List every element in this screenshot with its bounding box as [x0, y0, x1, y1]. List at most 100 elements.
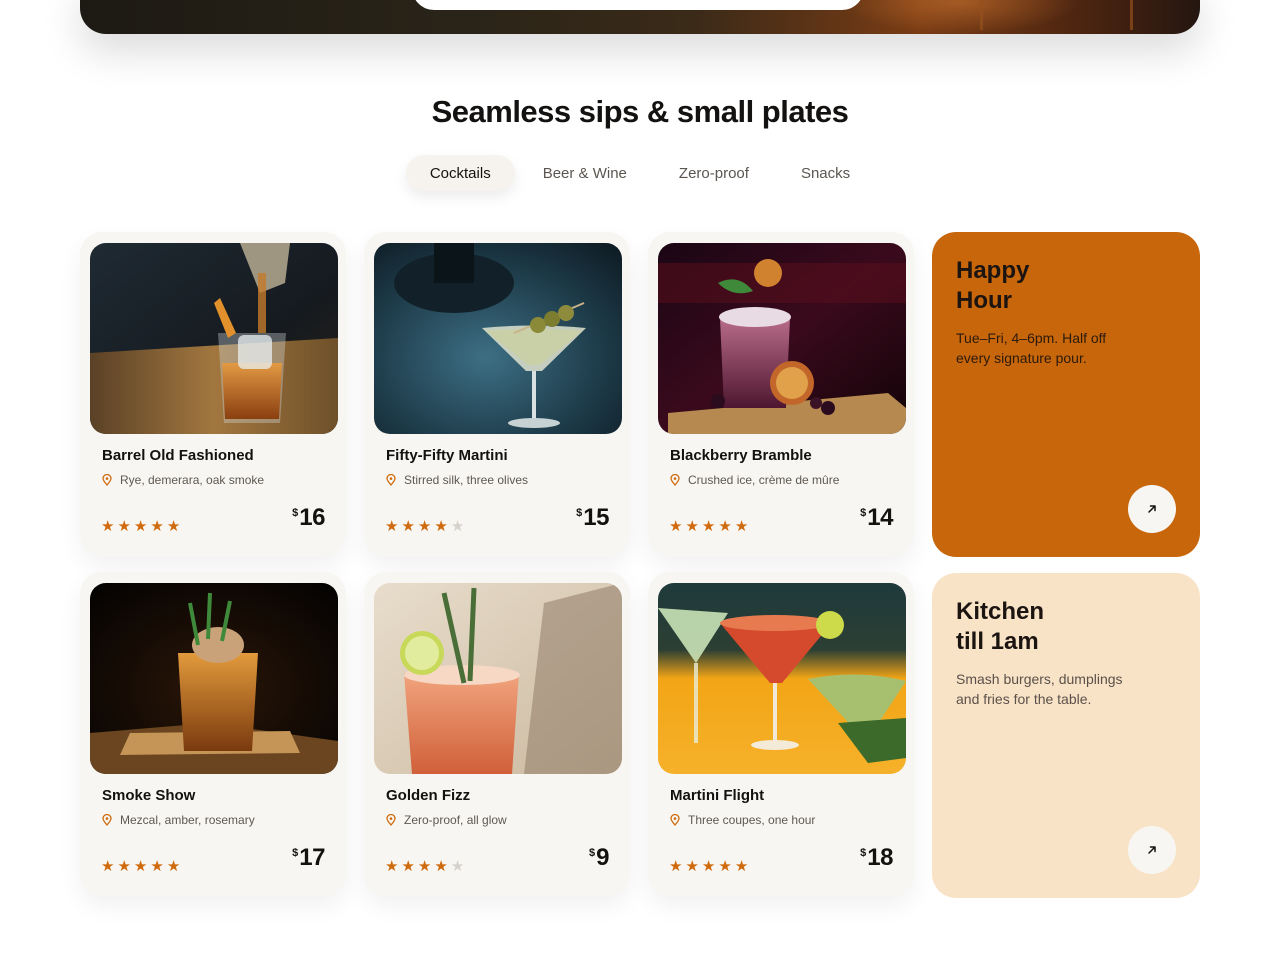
drink-photo — [374, 243, 622, 434]
hero-search-bar[interactable] — [412, 0, 864, 10]
star-icon: ★ — [133, 858, 148, 875]
drink-card[interactable]: Blackberry Bramble Crushed ice, crème de… — [648, 232, 914, 556]
drink-name: Barrel Old Fashioned — [102, 447, 254, 464]
price-currency: $ — [860, 507, 867, 519]
drink-description-text: Zero-proof, all glow — [404, 813, 507, 827]
star-icon: ★ — [117, 518, 131, 535]
drink-photo — [90, 583, 338, 774]
arrow-up-right-icon — [1146, 503, 1158, 515]
drink-price: $14 — [860, 504, 893, 532]
price-currency: $ — [292, 847, 299, 859]
drink-name: Smoke Show — [102, 787, 196, 804]
price-currency: $ — [860, 847, 867, 859]
drink-photo — [658, 583, 906, 774]
hero-decor — [1130, 0, 1133, 30]
drink-description: Zero-proof, all glow — [386, 813, 507, 827]
star-icon: ★ — [385, 858, 399, 875]
star-icon: ★ — [685, 518, 699, 535]
drink-card[interactable]: Smoke Show Mezcal, amber, rosemary ★ ★ ★ ★ ★… — [80, 572, 346, 896]
rating-stars: ★ ★ ★ ★ ★ — [669, 859, 748, 874]
price-currency: $ — [292, 507, 299, 519]
drink-card[interactable]: Martini Flight Three coupes, one hour ★ ★… — [648, 572, 914, 896]
star-icon: ★ — [150, 858, 164, 875]
hero-glow — [840, 0, 1080, 34]
drink-price: $15 — [576, 504, 609, 532]
star-icon: ★ — [101, 858, 115, 875]
star-icon: ★ — [417, 518, 432, 535]
star-icon: ★ — [734, 518, 749, 535]
drink-description: Mezcal, amber, rosemary — [102, 813, 255, 827]
price-currency: $ — [589, 847, 596, 859]
star-icon: ★ — [150, 518, 164, 535]
star-icon: ★ — [685, 858, 699, 875]
drink-card[interactable]: Barrel Old Fashioned Rye, demerara, oak … — [80, 232, 346, 556]
star-icon: ★ — [669, 518, 683, 535]
tab-beer-wine[interactable]: Beer & Wine — [519, 155, 651, 191]
star-icon: ★ — [434, 858, 448, 875]
promo-title: Kitchen till 1am — [956, 598, 1045, 655]
star-icon: ★ — [417, 858, 432, 875]
map-pin-icon — [386, 814, 396, 826]
drink-card[interactable]: Golden Fizz Zero-proof, all glow ★ ★ ★ ★ ★ $… — [364, 572, 630, 896]
star-icon: ★ — [734, 858, 749, 875]
rating-stars: ★ ★ ★ ★ ★ — [385, 859, 464, 874]
rating-stars: ★ ★ ★ ★ ★ — [669, 519, 748, 534]
drink-description: Rye, demerara, oak smoke — [102, 473, 264, 487]
star-icon: ★ — [401, 518, 415, 535]
drink-card[interactable]: Fifty-Fifty Martini Stirred silk, three … — [364, 232, 630, 556]
promo-happy-hour[interactable]: Happy Hour Tue–Fri, 4–6pm. Half off ever… — [932, 232, 1200, 557]
drink-description: Three coupes, one hour — [670, 813, 815, 827]
promo-text: Smash burgers, dumplings and fries for t… — [956, 671, 1123, 707]
map-pin-icon — [102, 814, 112, 826]
drink-name: Golden Fizz — [386, 787, 471, 804]
price-amount: 9 — [596, 844, 609, 871]
drink-photo — [658, 243, 906, 434]
price-currency: $ — [576, 507, 583, 519]
rating-stars: ★ ★ ★ ★ ★ — [101, 519, 180, 534]
star-icon: ★ — [401, 858, 415, 875]
star-icon: ★ — [669, 858, 683, 875]
star-icon: ★ — [434, 518, 448, 535]
drink-description-text: Three coupes, one hour — [688, 813, 816, 827]
rating-stars: ★ ★ ★ ★ ★ — [385, 519, 464, 534]
drink-photo — [374, 583, 622, 774]
tab-zero-proof[interactable]: Zero-proof — [655, 155, 773, 191]
drink-name: Martini Flight — [670, 787, 765, 804]
map-pin-icon — [670, 474, 680, 486]
star-icon: ★ — [718, 858, 732, 875]
drink-description-text: Crushed ice, crème de mûre — [688, 473, 840, 487]
menu-tabs: Cocktails Beer & Wine Zero-proof Snacks — [0, 155, 1280, 191]
rating-stars: ★ ★ ★ ★ ★ — [101, 859, 180, 874]
promo-kitchen[interactable]: Kitchen till 1am Smash burgers, dumpling… — [932, 573, 1200, 898]
section-title: Seamless sips & small plates — [431, 94, 849, 129]
hero-decor — [980, 0, 983, 30]
arrow-up-right-icon — [1146, 844, 1158, 856]
map-pin-icon — [386, 474, 396, 486]
map-pin-icon — [102, 474, 112, 486]
price-amount: 16 — [299, 504, 325, 531]
star-icon: ★ — [385, 518, 399, 535]
promo-text: Tue–Fri, 4–6pm. Half off every signature… — [956, 330, 1107, 366]
drink-description: Stirred silk, three olives — [386, 473, 528, 487]
drink-description-text: Stirred silk, three olives — [404, 473, 529, 487]
star-icon: ★ — [166, 518, 181, 535]
price-amount: 14 — [867, 504, 893, 531]
tab-snacks[interactable]: Snacks — [777, 155, 874, 191]
star-icon: ★ — [701, 518, 716, 535]
star-icon: ★ — [133, 518, 148, 535]
promo-arrow-button[interactable] — [1128, 826, 1176, 874]
drink-description-text: Rye, demerara, oak smoke — [120, 473, 265, 487]
drink-price: $17 — [292, 844, 325, 872]
price-amount: 15 — [583, 504, 609, 531]
star-icon: ★ — [117, 858, 131, 875]
price-amount: 18 — [867, 844, 893, 871]
drink-price: $18 — [860, 844, 893, 872]
star-icon: ★ — [101, 518, 115, 535]
tab-cocktails[interactable]: Cocktails — [405, 155, 515, 191]
price-amount: 17 — [299, 844, 325, 871]
hero-banner — [80, 0, 1200, 34]
star-icon: ★ — [450, 858, 465, 875]
drink-price: $16 — [292, 504, 325, 532]
drink-description: Crushed ice, crème de mûre — [670, 473, 839, 487]
promo-arrow-button[interactable] — [1128, 485, 1176, 533]
